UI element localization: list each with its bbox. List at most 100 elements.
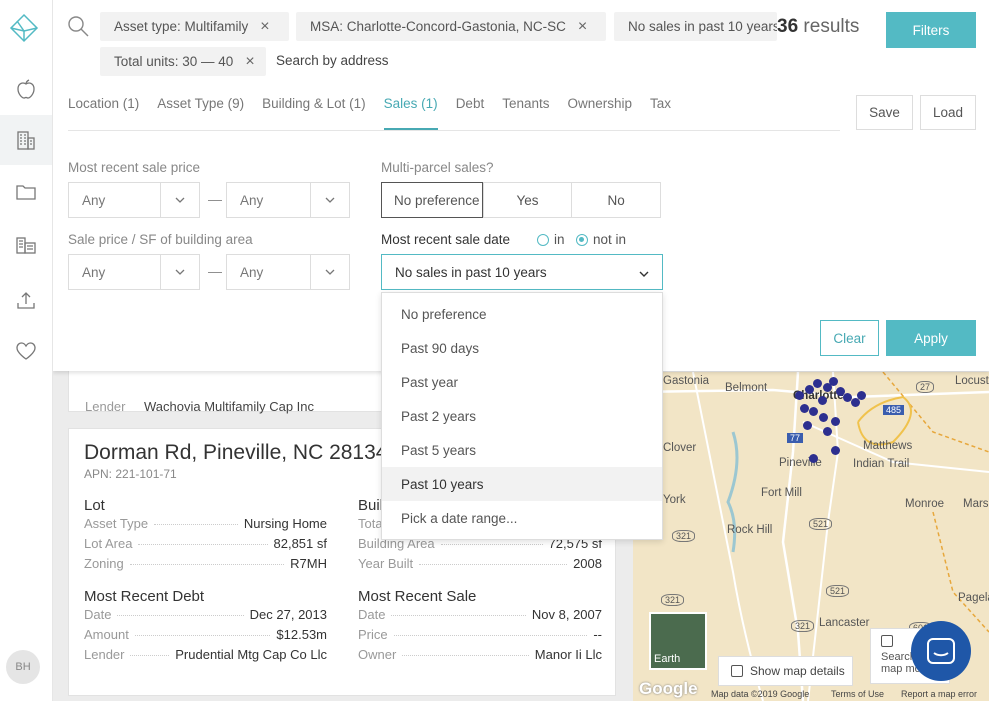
- map-label: Lancaster: [819, 617, 870, 629]
- menu-item-past-90-days[interactable]: Past 90 days: [382, 331, 662, 365]
- map-label: Monroe: [905, 498, 944, 510]
- close-icon[interactable]: ×: [260, 18, 269, 36]
- sale-price-max-select[interactable]: Any: [226, 182, 350, 218]
- road-shield: 77: [787, 433, 804, 443]
- road-shield: 321: [672, 530, 696, 542]
- map-marker[interactable]: [819, 413, 828, 422]
- detail-row: Amount $12.53m: [84, 627, 327, 642]
- menu-item-past-year[interactable]: Past year: [382, 365, 662, 399]
- detail-row: Date Nov 8, 2007: [358, 607, 602, 622]
- chevron-down-icon: [310, 255, 349, 289]
- chat-icon: [927, 638, 955, 664]
- sale-date-label: Most recent sale date: [381, 232, 511, 247]
- filter-chip[interactable]: Total units: 30 — 40 ×: [100, 47, 266, 76]
- map-marker[interactable]: [831, 446, 840, 455]
- property-apn: APN: 221-101-71: [84, 467, 177, 481]
- report-link[interactable]: Report a map error: [901, 689, 977, 699]
- psf-label: Sale price / SF of building area: [68, 232, 253, 247]
- buildings-icon[interactable]: [0, 115, 52, 165]
- sale-date-select[interactable]: No sales in past 10 years: [381, 254, 663, 290]
- clear-button[interactable]: Clear: [820, 320, 879, 356]
- lot-section-title: Lot: [84, 497, 105, 514]
- map-marker[interactable]: [805, 385, 814, 394]
- detail-row: Year Built 2008: [358, 556, 602, 571]
- tab-divider: [68, 130, 840, 131]
- tab-ownership[interactable]: Ownership: [568, 96, 633, 130]
- map-footer: Map data ©2019 Google Terms of Use Repor…: [711, 689, 978, 699]
- map-marker[interactable]: [813, 379, 822, 388]
- close-icon[interactable]: ×: [578, 18, 587, 36]
- road-shield: 485: [883, 405, 905, 415]
- filters-button[interactable]: Filters: [886, 12, 976, 48]
- tab-asset-type[interactable]: Asset Type (9): [157, 96, 244, 130]
- tab-tenants[interactable]: Tenants: [502, 96, 549, 130]
- chat-launcher-button[interactable]: [911, 621, 971, 681]
- tab-tax[interactable]: Tax: [650, 96, 671, 130]
- lender-label: Lender: [85, 399, 126, 414]
- apple-icon[interactable]: [0, 64, 52, 114]
- avatar[interactable]: BH: [6, 650, 40, 684]
- heart-icon[interactable]: [0, 326, 52, 376]
- lender-value: Wachovia Multifamily Cap Inc: [144, 399, 315, 414]
- map-label: York: [663, 494, 686, 506]
- tab-building-lot[interactable]: Building & Lot (1): [262, 96, 366, 130]
- map-marker[interactable]: [803, 421, 812, 430]
- menu-item-past-2-years[interactable]: Past 2 years: [382, 399, 662, 433]
- chevron-down-icon: [639, 265, 649, 280]
- portfolio-icon[interactable]: [0, 220, 52, 270]
- close-icon[interactable]: ×: [245, 53, 254, 71]
- filter-chip[interactable]: No sales in past 10 years: [614, 12, 777, 41]
- map-marker[interactable]: [829, 377, 838, 386]
- multi-parcel-option-no-preference[interactable]: No preference: [381, 182, 483, 218]
- sale-section-title: Most Recent Sale: [358, 588, 477, 605]
- filter-chip[interactable]: Asset type: Multifamily ×: [100, 12, 289, 41]
- radio-in[interactable]: in: [537, 232, 565, 247]
- multi-parcel-option-yes[interactable]: Yes: [482, 183, 572, 217]
- apply-button[interactable]: Apply: [886, 320, 976, 356]
- map-marker[interactable]: [800, 404, 809, 413]
- menu-item-past-5-years[interactable]: Past 5 years: [382, 433, 662, 467]
- save-button[interactable]: Save: [856, 95, 913, 130]
- map-marker[interactable]: [831, 417, 840, 426]
- map-marker[interactable]: [795, 391, 804, 400]
- logo-icon[interactable]: [9, 13, 39, 43]
- detail-row: Asset Type Nursing Home: [84, 516, 327, 531]
- filter-chip[interactable]: MSA: Charlotte-Concord-Gastonia, NC-SC ×: [296, 12, 606, 41]
- upload-icon[interactable]: [0, 275, 52, 325]
- map-marker[interactable]: [857, 391, 866, 400]
- psf-min-select[interactable]: Any: [68, 254, 200, 290]
- chevron-down-icon: [310, 183, 349, 217]
- multi-parcel-option-no[interactable]: No: [571, 183, 660, 217]
- detail-row: Lot Area 82,851 sf: [84, 536, 327, 551]
- radio-not-in[interactable]: not in: [576, 232, 626, 247]
- map-marker[interactable]: [809, 407, 818, 416]
- menu-item-no-preference[interactable]: No preference: [382, 297, 662, 331]
- tab-debt[interactable]: Debt: [456, 96, 485, 130]
- results-count: 36 results: [777, 16, 860, 37]
- road-shield: 521: [809, 518, 833, 530]
- folder-icon[interactable]: [0, 167, 52, 217]
- chevron-down-icon: [160, 183, 199, 217]
- debt-section-title: Most Recent Debt: [84, 588, 205, 605]
- terms-link[interactable]: Terms of Use: [831, 689, 884, 699]
- radio-icon: [537, 233, 549, 246]
- map-marker[interactable]: [818, 396, 827, 405]
- multi-parcel-segmented: No preference Yes No: [381, 182, 661, 218]
- show-map-details-toggle[interactable]: Show map details: [718, 656, 853, 686]
- load-button[interactable]: Load: [920, 95, 976, 130]
- road-shield: 521: [826, 585, 850, 597]
- map-marker[interactable]: [809, 454, 818, 463]
- menu-item-pick-date-range[interactable]: Pick a date range...: [382, 501, 662, 535]
- earth-view-toggle[interactable]: Earth: [649, 612, 707, 670]
- property-title[interactable]: Dorman Rd, Pineville, NC 28134: [84, 441, 387, 465]
- map-marker[interactable]: [823, 427, 832, 436]
- chevron-down-icon: [160, 255, 199, 289]
- psf-max-select[interactable]: Any: [226, 254, 350, 290]
- tab-location[interactable]: Location (1): [68, 96, 139, 130]
- tab-sales[interactable]: Sales (1): [383, 96, 438, 130]
- search-input[interactable]: Search by address: [276, 53, 389, 68]
- sale-price-min-select[interactable]: Any: [68, 182, 200, 218]
- menu-item-past-10-years[interactable]: Past 10 years: [382, 467, 662, 501]
- map-label: Pageland: [958, 592, 989, 604]
- sale-date-dropdown-menu: No preference Past 90 days Past year Pas…: [381, 292, 663, 540]
